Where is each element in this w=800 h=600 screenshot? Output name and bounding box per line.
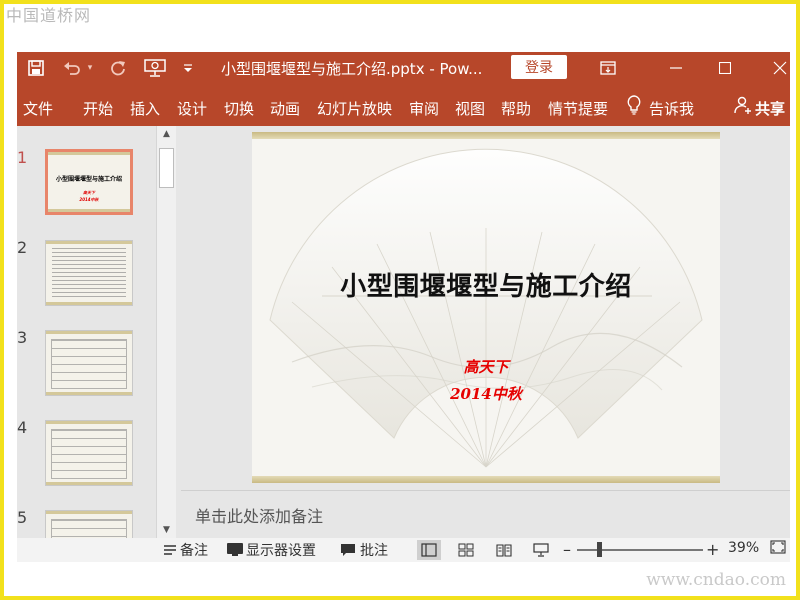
display-settings-icon bbox=[227, 543, 243, 556]
slide-thumbnail-3[interactable] bbox=[45, 330, 133, 396]
slide-bottom-band bbox=[252, 476, 720, 483]
thumbnail-number: 4 bbox=[17, 418, 28, 437]
tab-file[interactable]: 文件 bbox=[23, 98, 53, 119]
close-icon[interactable] bbox=[769, 57, 790, 79]
tab-view[interactable]: 视图 bbox=[455, 98, 485, 119]
thumbnail-number: 1 bbox=[17, 148, 28, 167]
slide-thumbnail-2[interactable] bbox=[45, 240, 133, 306]
comments-button[interactable]: 批注 bbox=[340, 540, 388, 560]
notes-pane[interactable]: 单击此处添加备注 bbox=[181, 490, 790, 538]
fit-to-window-icon[interactable] bbox=[770, 540, 786, 554]
zoom-slider-track[interactable] bbox=[577, 549, 703, 551]
document-title: 小型围堰堰型与施工介绍.pptx - Pow... bbox=[221, 60, 483, 78]
tab-storyboard[interactable]: 情节提要 bbox=[548, 98, 608, 119]
zoom-level[interactable]: 39% bbox=[728, 540, 759, 556]
zoom-out-button[interactable]: – bbox=[563, 540, 571, 559]
display-settings-label: 显示器设置 bbox=[246, 543, 316, 559]
notes-toggle-label: 备注 bbox=[180, 543, 208, 559]
save-icon[interactable] bbox=[25, 57, 47, 79]
thumbnail-date: 2014中秋 bbox=[79, 197, 99, 202]
notes-placeholder[interactable]: 单击此处添加备注 bbox=[195, 503, 323, 527]
scrollbar-thumb[interactable] bbox=[159, 148, 174, 188]
login-button[interactable]: 登录 bbox=[511, 55, 567, 79]
share-button[interactable]: 共享 bbox=[755, 98, 785, 119]
display-settings-button[interactable]: 显示器设置 bbox=[227, 540, 316, 560]
watermark-bottom: www.cndao.com bbox=[646, 570, 786, 590]
powerpoint-window: ▾ 小型围堰堰型与施工介绍.pptx - Pow... 登录 文件 开始 插入 … bbox=[17, 52, 790, 562]
share-user-icon[interactable] bbox=[734, 96, 752, 118]
scroll-down-icon[interactable]: ▼ bbox=[157, 522, 176, 538]
ribbon-display-options-icon[interactable] bbox=[597, 57, 619, 79]
slide-title[interactable]: 小型围堰堰型与施工介绍 bbox=[252, 266, 720, 303]
maximize-icon[interactable] bbox=[714, 57, 736, 79]
thumbnail-number: 2 bbox=[17, 238, 28, 257]
thumbnails-scrollbar[interactable]: ▲ ▼ bbox=[156, 126, 176, 538]
scroll-up-icon[interactable]: ▲ bbox=[157, 126, 176, 142]
tab-design[interactable]: 设计 bbox=[177, 98, 207, 119]
ribbon-tabs: 文件 开始 插入 设计 切换 动画 幻灯片放映 审阅 视图 帮助 情节提要 告诉… bbox=[17, 84, 790, 126]
thumbnail-title: 小型围堰堰型与施工介绍 bbox=[55, 176, 122, 183]
slide-date[interactable]: 2014中秋 bbox=[252, 383, 720, 404]
tab-home[interactable]: 开始 bbox=[83, 98, 113, 119]
thumbnail-number: 5 bbox=[17, 508, 28, 527]
slide-thumbnails-pane: 1 小型围堰堰型与施工介绍 高天下 2014中秋 2 3 4 5 bbox=[17, 126, 177, 562]
notes-toggle-button[interactable]: 备注 bbox=[163, 540, 208, 560]
redo-icon[interactable] bbox=[107, 57, 129, 79]
slide-canvas[interactable]: 小型围堰堰型与施工介绍 高天下 2014中秋 bbox=[252, 132, 720, 483]
customize-qat-icon[interactable] bbox=[181, 57, 195, 79]
tab-help[interactable]: 帮助 bbox=[501, 98, 531, 119]
slide-author[interactable]: 高天下 bbox=[252, 356, 720, 377]
tell-me-search[interactable]: 告诉我 bbox=[649, 98, 694, 119]
comments-label: 批注 bbox=[360, 543, 388, 559]
undo-icon[interactable] bbox=[61, 57, 83, 79]
title-bar: ▾ 小型围堰堰型与施工介绍.pptx - Pow... 登录 bbox=[17, 52, 790, 84]
slide-sorter-view-icon[interactable] bbox=[454, 540, 478, 560]
fan-background-image bbox=[269, 148, 703, 468]
slide-thumbnail-1[interactable]: 小型围堰堰型与施工介绍 高天下 2014中秋 bbox=[45, 149, 133, 215]
tab-slideshow[interactable]: 幻灯片放映 bbox=[317, 98, 392, 119]
normal-view-icon[interactable] bbox=[417, 540, 441, 560]
zoom-in-button[interactable]: + bbox=[706, 540, 719, 559]
comment-icon bbox=[341, 544, 355, 556]
notes-icon bbox=[164, 545, 176, 555]
lightbulb-icon[interactable] bbox=[627, 95, 641, 119]
tab-insert[interactable]: 插入 bbox=[130, 98, 160, 119]
slideshow-view-icon[interactable] bbox=[529, 540, 553, 560]
reading-view-icon[interactable] bbox=[492, 540, 516, 560]
present-from-start-icon[interactable] bbox=[143, 57, 167, 79]
tab-review[interactable]: 审阅 bbox=[409, 98, 439, 119]
minimize-icon[interactable] bbox=[665, 57, 687, 79]
undo-dropdown-icon[interactable]: ▾ bbox=[85, 57, 95, 79]
status-bar: 备注 显示器设置 批注 – + 39% bbox=[17, 538, 790, 562]
thumbnail-author: 高天下 bbox=[83, 190, 95, 195]
tab-animations[interactable]: 动画 bbox=[270, 98, 300, 119]
zoom-slider-handle[interactable] bbox=[597, 542, 602, 557]
tab-transitions[interactable]: 切换 bbox=[224, 98, 254, 119]
thumbnail-number: 3 bbox=[17, 328, 28, 347]
watermark-top: 中国道桥网 bbox=[6, 6, 92, 25]
slide-thumbnail-4[interactable] bbox=[45, 420, 133, 486]
